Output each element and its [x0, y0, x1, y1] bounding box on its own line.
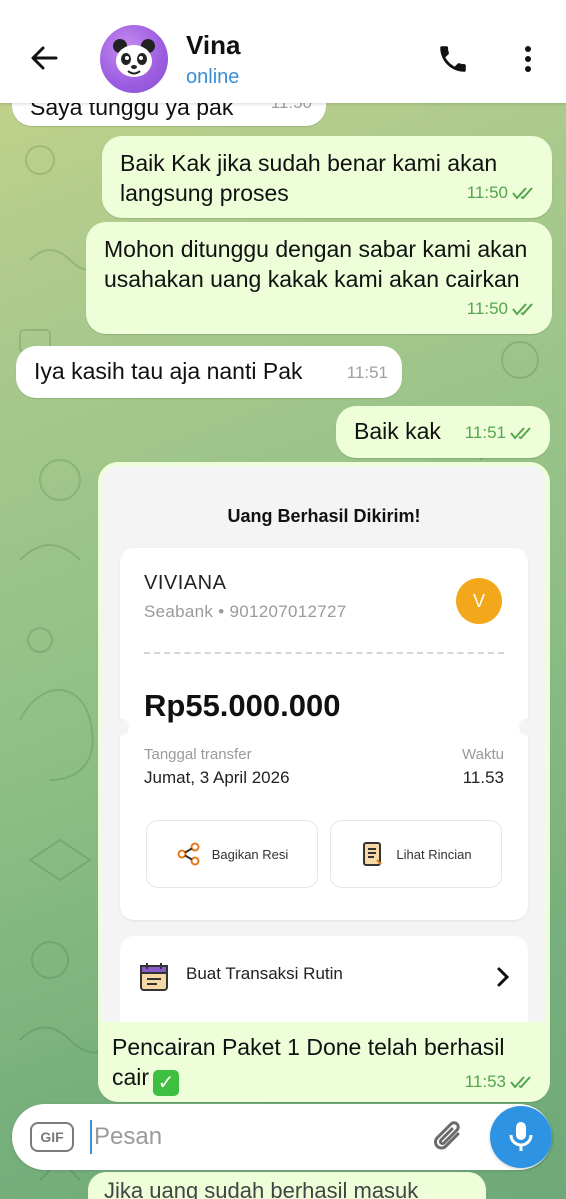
panda-icon	[113, 39, 155, 77]
time-label: Waktu	[462, 746, 504, 763]
message-incoming[interactable]: Iya kasih tau aja nanti Pak 11:51	[16, 346, 402, 398]
card-notch-right	[519, 718, 537, 736]
share-receipt-label: Bagikan Resi	[211, 846, 289, 862]
message-input[interactable]	[94, 1118, 414, 1156]
chat-header: Vina online	[0, 0, 566, 103]
receipt-title: Uang Berhasil Dikirim!	[227, 506, 421, 526]
receipt-card: VIVIANA Seabank • 901207012727 V Rp55.00…	[111, 548, 537, 920]
recipient-bank: Seabank • 901207012727	[144, 602, 347, 621]
chevron-right-icon	[497, 967, 510, 987]
calendar-clipboard-icon	[140, 963, 168, 991]
message-meta: 11:50	[467, 178, 538, 208]
view-details-label: Lihat Rincian	[396, 846, 472, 862]
message-text: Iya kasih tau aja nanti Pak	[34, 358, 303, 384]
contact-status: online	[186, 66, 240, 88]
more-vertical-icon[interactable]	[516, 42, 540, 76]
transfer-receipt-image[interactable]: Uang Berhasil Dikirim! VIVIANA Seabank •…	[102, 466, 546, 1022]
message-text: Mohon ditunggu dengan sabar kami akan us…	[104, 236, 528, 292]
contact-name[interactable]: Vina	[186, 30, 240, 61]
double-check-icon	[512, 303, 533, 316]
microphone-button[interactable]	[490, 1106, 552, 1168]
view-details-button: Lihat Rincian	[330, 820, 502, 888]
share-icon	[177, 842, 200, 866]
text-cursor	[90, 1120, 92, 1154]
message-meta: 11:53	[465, 1072, 536, 1092]
gif-button[interactable]: GIF	[30, 1122, 74, 1152]
phone-icon[interactable]	[436, 42, 470, 76]
double-check-icon	[510, 427, 531, 440]
message-outgoing-partial[interactable]: Jika uang sudah berhasil masuk	[88, 1172, 486, 1199]
recipient-initial-badge: V	[456, 578, 502, 624]
message-meta: 11:51	[465, 418, 536, 448]
date-value: Jumat, 3 April 2026	[144, 768, 290, 787]
message-outgoing[interactable]: Mohon ditunggu dengan sabar kami akan us…	[86, 222, 552, 334]
check-mark-button-emoji: ✓	[153, 1070, 180, 1096]
date-label: Tanggal transfer	[144, 746, 252, 763]
contact-avatar[interactable]	[100, 25, 168, 93]
message-outgoing[interactable]: Baik Kak jika sudah benar kami akan lang…	[102, 136, 552, 218]
message-outgoing[interactable]: Baik kak 11:51	[336, 406, 550, 458]
transfer-amount: Rp55.000.000	[144, 688, 341, 723]
receipt-icon	[363, 842, 383, 866]
paperclip-icon[interactable]	[432, 1118, 468, 1156]
message-composer: GIF	[12, 1104, 552, 1170]
card-notch-left	[111, 718, 129, 736]
share-receipt-button: Bagikan Resi	[146, 820, 318, 888]
message-time: 11:51	[346, 363, 388, 382]
time-value: 11.53	[462, 768, 504, 787]
back-arrow-icon[interactable]	[28, 42, 60, 74]
create-routine-transaction-row: Buat Transaksi Rutin	[120, 936, 528, 1022]
message-meta: 11:50	[467, 294, 538, 324]
double-check-icon	[512, 187, 533, 200]
recipient-name: VIVIANA	[144, 572, 227, 594]
microphone-icon	[509, 1122, 533, 1151]
create-routine-label: Buat Transaksi Rutin	[186, 964, 343, 983]
double-check-icon	[510, 1076, 531, 1089]
dashed-divider	[144, 652, 504, 654]
